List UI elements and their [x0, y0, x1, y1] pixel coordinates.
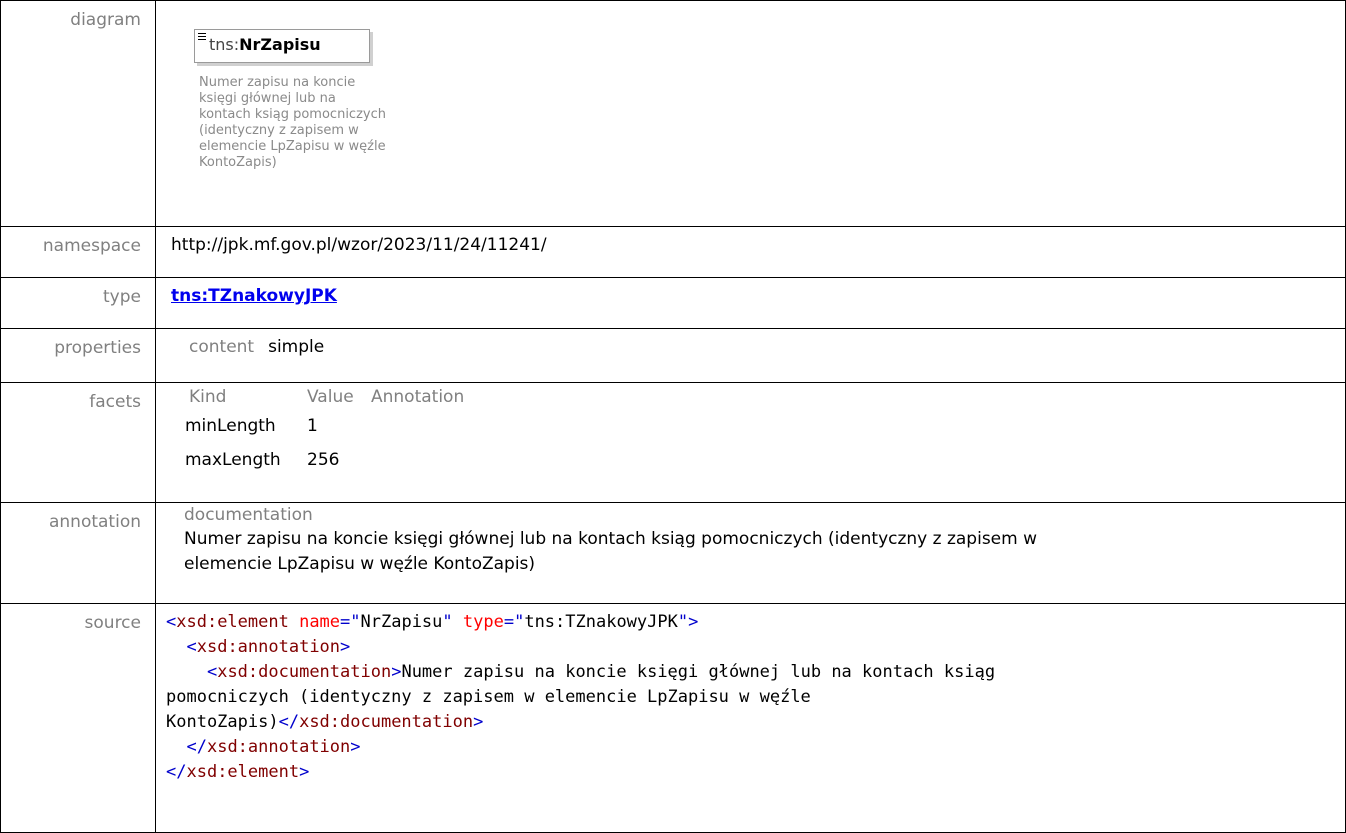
- property-value: simple: [268, 336, 325, 357]
- facet-annotation: [371, 409, 464, 443]
- element-name: NrZapisu: [239, 35, 321, 54]
- documentation-lines-icon: [198, 33, 206, 42]
- diagram-row: diagram tns:NrZapisu Numer zapisu na kon…: [0, 0, 1346, 227]
- facets-header-value: Value: [307, 386, 354, 407]
- facets-label: facets: [0, 381, 156, 503]
- namespace-label: namespace: [0, 225, 156, 279]
- facets-table: Kind Value Annotation minLength 1 maxLen…: [185, 387, 464, 477]
- diagram-doc-line: elemencie LpZapisu w węźle: [199, 139, 386, 154]
- properties-row: properties content simple: [0, 327, 1346, 383]
- type-row: type tns:TZnakowyJPK: [0, 277, 1346, 329]
- type-label: type: [0, 277, 156, 329]
- properties-cell: content simple: [155, 327, 1346, 383]
- facet-annotation: [371, 443, 464, 477]
- source-row: source <xsd:element name="NrZapisu" type…: [0, 602, 1346, 833]
- source-line-4: pomocniczych (identyczny z zapisem w ele…: [166, 686, 811, 707]
- annotation-row: annotation documentation Numer zapisu na…: [0, 501, 1346, 604]
- source-line-2: <xsd:annotation>: [186, 636, 351, 657]
- facets-cell: Kind Value Annotation minLength 1 maxLen…: [155, 381, 1346, 503]
- diagram-documentation: Numer zapisu na koncie księgi głównej lu…: [199, 75, 459, 171]
- diagram-doc-line: księgi głównej lub na: [199, 91, 336, 106]
- element-box[interactable]: tns:NrZapisu: [194, 29, 370, 63]
- diagram-label: diagram: [0, 0, 156, 227]
- diagram-doc-line: (identyczny z zapisem w: [199, 123, 359, 138]
- facet-value: 256: [307, 449, 340, 470]
- annotation-heading: documentation: [184, 504, 313, 525]
- annotation-label: annotation: [0, 501, 156, 604]
- facet-row: maxLength 256: [185, 443, 464, 477]
- annotation-text-line: elemencie LpZapisu w węźle KontoZapis): [184, 553, 536, 574]
- source-line-6: </xsd:annotation>: [186, 736, 361, 757]
- facet-kind: maxLength: [185, 449, 281, 470]
- facet-value: 1: [307, 415, 318, 436]
- source-line-7: </xsd:element>: [166, 761, 310, 782]
- facet-row: minLength 1: [185, 409, 464, 443]
- source-line-1: <xsd:element name="NrZapisu" type="tns:T…: [166, 611, 699, 632]
- diagram-doc-line: kontach ksiąg pomocniczych: [199, 107, 386, 122]
- source-code: <xsd:element name="NrZapisu" type="tns:T…: [155, 602, 1346, 833]
- element-prefix: tns:: [209, 35, 240, 54]
- diagram-doc-line: Numer zapisu na koncie: [199, 75, 356, 90]
- type-link[interactable]: tns:TZnakowyJPK: [171, 286, 337, 306]
- element-doc-table: diagram tns:NrZapisu Numer zapisu na kon…: [0, 0, 1346, 833]
- diagram-doc-line: KontoZapis): [199, 155, 277, 170]
- source-line-5: KontoZapis)</xsd:documentation>: [166, 711, 484, 732]
- type-cell: tns:TZnakowyJPK: [155, 277, 1346, 329]
- source-line-3: <xsd:documentation>Numer zapisu na konci…: [206, 661, 996, 682]
- namespace-value: http://jpk.mf.gov.pl/wzor/2023/11/24/112…: [155, 225, 1346, 279]
- facets-header-row: Kind Value Annotation: [185, 387, 464, 409]
- property-key: content: [189, 336, 255, 357]
- facets-row: facets Kind Value Annotation minLength 1…: [0, 381, 1346, 503]
- facet-kind: minLength: [185, 415, 276, 436]
- annotation-text-line: Numer zapisu na koncie księgi głównej lu…: [184, 528, 1038, 549]
- source-label: source: [0, 602, 156, 833]
- element-box-name: tns:NrZapisu: [209, 35, 321, 54]
- properties-label: properties: [0, 327, 156, 383]
- facets-header-kind: Kind: [189, 386, 227, 407]
- diagram-cell: tns:NrZapisu Numer zapisu na koncie księ…: [155, 0, 1346, 227]
- annotation-cell: documentation Numer zapisu na koncie ksi…: [155, 501, 1346, 604]
- element-diagram: tns:NrZapisu Numer zapisu na koncie księ…: [171, 9, 1345, 179]
- facets-header-annotation: Annotation: [371, 386, 465, 407]
- namespace-row: namespace http://jpk.mf.gov.pl/wzor/2023…: [0, 225, 1346, 279]
